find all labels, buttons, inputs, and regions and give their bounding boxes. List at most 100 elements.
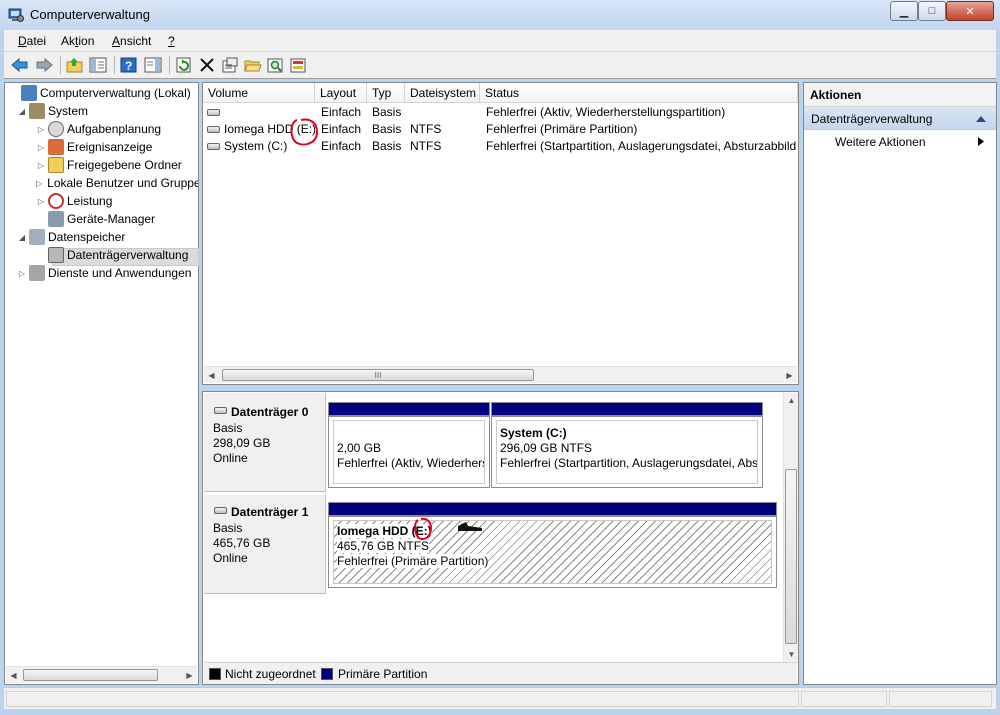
volume-status: Fehlerfrei (Aktiv, Wiederherstellungspar…	[486, 105, 726, 119]
volume-type: Basis	[372, 105, 402, 119]
scroll-up-icon[interactable]: ▲	[784, 393, 799, 408]
actions-section-datentraegerverwaltung[interactable]: Datenträgerverwaltung	[804, 107, 996, 130]
tree-item-leistung[interactable]: ▷ Leistung	[36, 192, 112, 210]
expanded-arrow-icon[interactable]: ◢	[17, 233, 27, 242]
navigation-tree: Computerverwaltung (Lokal) ◢ System ▷ Au…	[4, 82, 199, 685]
partition-size: 296,09 GB NTFS	[500, 441, 593, 455]
mouse-cursor-icon	[458, 522, 482, 531]
help-icon[interactable]: ?	[119, 55, 139, 75]
menu-ansicht[interactable]: Ansicht	[112, 34, 151, 48]
tree-scroll-thumb[interactable]	[23, 669, 158, 681]
column-header-dateisystem[interactable]: Dateisystem	[405, 83, 480, 103]
open-folder-icon[interactable]	[243, 55, 263, 75]
volume-layout: Einfach	[321, 122, 362, 136]
delete-icon[interactable]	[197, 55, 217, 75]
partition-status: Fehlerfrei (Startpartition, Auslagerungs…	[500, 456, 758, 470]
collapse-arrow-icon[interactable]	[976, 115, 986, 122]
collapsed-arrow-icon[interactable]: ▷	[36, 161, 46, 170]
disk-view-vertical-scrollbar[interactable]: ▲ ▼	[783, 393, 798, 663]
partition-recovery[interactable]: 2,00 GB Fehlerfrei (Aktiv, Wiederherstel…	[328, 416, 490, 488]
tree-item-system[interactable]: ◢ System	[17, 102, 88, 120]
scroll-left-icon[interactable]: ◀	[204, 368, 219, 383]
partition-system-c[interactable]: System (C:) 296,09 GB NTFS Fehlerfrei (S…	[491, 416, 763, 488]
refresh-icon[interactable]	[174, 55, 194, 75]
partition-status: Fehlerfrei (Primäre Partition)	[337, 554, 489, 568]
disk-icon	[214, 407, 227, 414]
column-header-layout[interactable]: Layout	[315, 83, 367, 103]
properties-icon[interactable]	[220, 55, 240, 75]
actions-section-label: Datenträgerverwaltung	[811, 112, 933, 126]
disk-name: Datenträger 1	[231, 505, 309, 519]
tree-item-datentraegerverwaltung[interactable]: Datenträgerverwaltung	[36, 246, 188, 264]
show-hide-tree-icon[interactable]	[88, 55, 108, 75]
volume-scroll-thumb[interactable]: III	[222, 369, 534, 381]
device-manager-icon	[48, 211, 64, 227]
status-panel	[889, 691, 992, 707]
search-icon[interactable]	[266, 55, 286, 75]
volume-status: Fehlerfrei (Primäre Partition)	[486, 122, 638, 136]
menu-help[interactable]: ?	[168, 34, 175, 48]
collapsed-arrow-icon[interactable]: ▷	[36, 179, 42, 188]
submenu-arrow-icon	[978, 137, 984, 146]
disk-graphical-view: Datenträger 0 Basis 298,09 GB Online 2,0…	[202, 391, 799, 685]
disk-type: Basis	[213, 421, 243, 435]
partition-iomega-e[interactable]: Iomega HDD (E:) 465,76 GB NTFS Fehlerfre…	[328, 516, 777, 588]
menu-bar: Datei Aktion Ansicht ?	[4, 30, 996, 52]
collapsed-arrow-icon[interactable]: ▷	[36, 125, 46, 134]
disk-1-label[interactable]: Datenträger 1 Basis 465,76 GB Online	[204, 495, 326, 594]
status-bar	[4, 687, 996, 709]
forward-icon[interactable]	[34, 55, 54, 75]
disk-scroll-thumb[interactable]	[785, 469, 797, 644]
column-header-volume[interactable]: Volume	[203, 83, 315, 103]
back-icon[interactable]	[10, 55, 30, 75]
column-header-status[interactable]: Status	[480, 83, 798, 103]
tree-item-dienste[interactable]: ▷ Dienste und Anwendungen	[17, 264, 198, 282]
tree-item-freigegebene-ordner[interactable]: ▷ Freigegebene Ordner	[36, 156, 182, 174]
collapsed-arrow-icon[interactable]: ▷	[36, 197, 46, 206]
tree-item-ereignisanzeige[interactable]: ▷ Ereignisanzeige	[36, 138, 152, 156]
system-tools-icon	[29, 103, 45, 119]
computer-management-icon	[21, 85, 37, 101]
up-folder-icon[interactable]	[65, 55, 85, 75]
menu-aktion[interactable]: Aktion	[61, 34, 94, 48]
volume-type: Basis	[372, 122, 402, 136]
status-panel	[801, 691, 887, 707]
close-button[interactable]: ✕	[946, 1, 994, 21]
disk-0-label[interactable]: Datenträger 0 Basis 298,09 GB Online	[204, 393, 326, 492]
action-item-label: Weitere Aktionen	[835, 135, 926, 149]
tree-item-datenspeicher[interactable]: ◢ Datenspeicher	[17, 228, 125, 246]
scroll-right-icon[interactable]: ▶	[782, 368, 797, 383]
storage-icon	[29, 229, 45, 245]
scroll-right-icon[interactable]: ▶	[182, 668, 197, 683]
expanded-arrow-icon[interactable]: ◢	[17, 107, 27, 116]
disk-type: Basis	[213, 521, 243, 535]
export-icon[interactable]	[289, 55, 309, 75]
volume-type: Basis	[372, 139, 402, 153]
drive-icon	[207, 109, 220, 117]
collapsed-arrow-icon[interactable]: ▷	[36, 143, 46, 152]
action-weitere-aktionen[interactable]: Weitere Aktionen	[804, 130, 996, 152]
volume-layout: Einfach	[321, 105, 362, 119]
maximize-button[interactable]: □	[918, 1, 946, 21]
annotation-circle-icon	[414, 517, 433, 540]
column-header-typ[interactable]: Typ	[367, 83, 405, 103]
tree-item-computerverwaltung[interactable]: Computerverwaltung (Lokal)	[9, 84, 191, 102]
show-hide-action-pane-icon[interactable]	[143, 55, 163, 75]
disk-size: 465,76 GB	[213, 536, 271, 550]
minimize-button[interactable]: ▁	[890, 1, 918, 21]
disk-management-icon	[48, 247, 64, 263]
shared-folders-icon	[48, 157, 64, 173]
scroll-left-icon[interactable]: ◀	[6, 668, 21, 683]
tree-item-lokale-benutzer[interactable]: ▷ Lokale Benutzer und Gruppen	[36, 174, 198, 192]
volume-list-horizontal-scrollbar[interactable]: ◀ III ▶	[204, 366, 797, 383]
scroll-down-icon[interactable]: ▼	[784, 647, 799, 662]
tree-horizontal-scrollbar[interactable]: ◀ ▶	[6, 666, 197, 683]
tree-item-geraete-manager[interactable]: Geräte-Manager	[36, 210, 155, 228]
title-bar: Computerverwaltung ▁ □ ✕	[0, 0, 1000, 30]
actions-header: Aktionen	[804, 83, 996, 107]
computer-management-icon	[8, 8, 24, 22]
tree-item-aufgabenplanung[interactable]: ▷ Aufgabenplanung	[36, 120, 161, 138]
collapsed-arrow-icon[interactable]: ▷	[17, 269, 27, 278]
menu-datei[interactable]: Datei	[18, 34, 46, 48]
event-viewer-icon	[48, 139, 64, 155]
